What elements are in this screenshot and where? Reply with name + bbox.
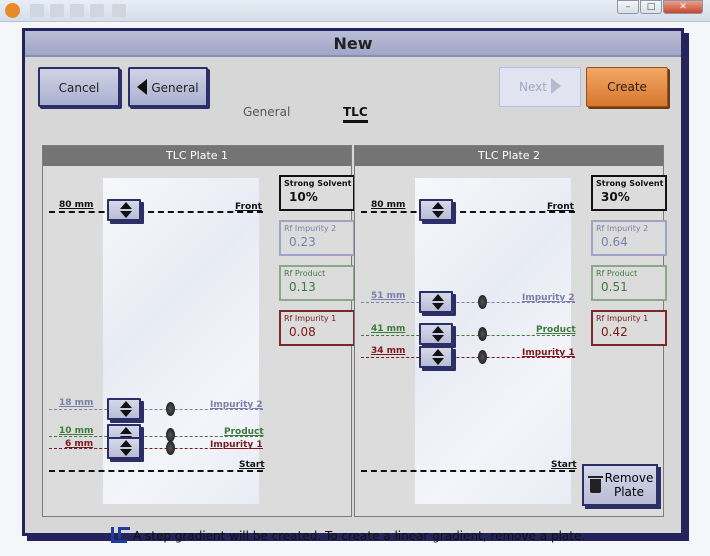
- product-label: Product: [536, 325, 576, 335]
- strong-solvent-value: 30%: [601, 190, 630, 204]
- tlc-plate-2: TLC Plate 2 80 mm Front 51 mm Impurity 2…: [354, 145, 667, 517]
- impurity-1-mm: 34 mm: [371, 346, 406, 356]
- front-handle[interactable]: [107, 199, 141, 221]
- next-label: Next: [519, 80, 547, 94]
- settings-icon[interactable]: [70, 4, 84, 17]
- app-icon: [5, 3, 20, 18]
- back-arrow-icon: [137, 79, 148, 95]
- strong-solvent-label: Strong Solvent: [596, 179, 664, 188]
- close-button[interactable]: ✕: [663, 0, 703, 14]
- rf-impurity-2-value: 0.64: [601, 235, 628, 249]
- general-back-label: General: [151, 81, 199, 95]
- impurity-1-handle[interactable]: [419, 346, 453, 368]
- tab-tlc[interactable]: TLC: [343, 105, 368, 123]
- gradient-message: A step gradient will be created. To crea…: [111, 527, 585, 543]
- start-line: [361, 470, 575, 472]
- trash-icon: [588, 476, 603, 493]
- undo-icon[interactable]: [112, 4, 126, 17]
- start-label: Start: [239, 460, 265, 470]
- strong-solvent-label: Strong Solvent: [284, 179, 352, 188]
- next-arrow-icon: [550, 78, 561, 94]
- rf-product-box: Rf Product 0.13: [279, 265, 355, 301]
- rf-impurity-1-box: Rf Impurity 1 0.42: [591, 310, 667, 346]
- product-handle[interactable]: [419, 323, 453, 345]
- rf-impurity-2-value: 0.23: [289, 235, 316, 249]
- strong-solvent-value: 10%: [289, 190, 318, 204]
- remove-plate-label: Remove Plate: [604, 471, 654, 499]
- front-handle[interactable]: [419, 199, 453, 221]
- tab-general[interactable]: General: [243, 105, 290, 119]
- rf-impurity-1-label: Rf Impurity 1: [596, 314, 649, 323]
- open-icon[interactable]: [50, 4, 64, 17]
- product-label: Product: [224, 427, 264, 437]
- strong-solvent-box[interactable]: Strong Solvent 10%: [279, 175, 355, 211]
- front-mm: 80 mm: [371, 200, 406, 210]
- new-dialog: New Cancel General General TLC Next Crea…: [22, 28, 684, 543]
- maximize-button[interactable]: □: [640, 0, 662, 14]
- impurity-1-spot: [166, 441, 175, 455]
- minimize-button[interactable]: –: [617, 0, 639, 14]
- impurity-2-handle[interactable]: [107, 398, 141, 420]
- step-gradient-icon: [111, 527, 130, 543]
- window-titlebar: – □ ✕: [0, 0, 710, 22]
- impurity-2-mm: 18 mm: [59, 398, 94, 408]
- dialog-title: New: [25, 31, 681, 57]
- impurity-1-label: Impurity 1: [210, 440, 263, 450]
- front-mm: 80 mm: [59, 200, 94, 210]
- impurity-1-mm: 6 mm: [65, 439, 94, 449]
- impurity-2-label: Impurity 2: [210, 400, 263, 410]
- rf-product-value: 0.13: [289, 280, 316, 294]
- strong-solvent-box[interactable]: Strong Solvent 30%: [591, 175, 667, 211]
- tlc-plate-1: TLC Plate 1 80 mm Front 18 mm Impurity 2…: [42, 145, 355, 517]
- cancel-button[interactable]: Cancel: [38, 67, 120, 107]
- impurity-2-spot: [166, 402, 175, 416]
- product-spot: [166, 428, 175, 442]
- product-spot: [478, 327, 487, 341]
- rf-product-box: Rf Product 0.51: [591, 265, 667, 301]
- impurity-2-label: Impurity 2: [522, 293, 575, 303]
- impurity-1-handle[interactable]: [107, 437, 141, 459]
- rf-impurity-1-value: 0.42: [601, 325, 628, 339]
- plate-2-title: TLC Plate 2: [355, 146, 663, 166]
- product-mm: 41 mm: [371, 324, 406, 334]
- save-icon[interactable]: [30, 4, 44, 17]
- rf-impurity-2-box: Rf Impurity 2 0.64: [591, 220, 667, 256]
- rf-product-label: Rf Product: [596, 269, 638, 278]
- start-label: Start: [551, 460, 577, 470]
- impurity-1-spot: [478, 350, 487, 364]
- product-mm: 10 mm: [59, 426, 94, 436]
- gradient-message-text: A step gradient will be created. To crea…: [133, 529, 586, 543]
- remove-plate-button[interactable]: Remove Plate: [582, 464, 658, 506]
- rf-impurity-2-box: Rf Impurity 2 0.23: [279, 220, 355, 256]
- front-label: Front: [547, 202, 574, 212]
- rf-product-value: 0.51: [601, 280, 628, 294]
- plate-1-title: TLC Plate 1: [43, 146, 351, 166]
- refresh-icon[interactable]: [90, 4, 104, 17]
- impurity-2-mm: 51 mm: [371, 291, 406, 301]
- next-button[interactable]: Next: [499, 67, 581, 107]
- product-line: [361, 335, 575, 336]
- impurity-1-label: Impurity 1: [522, 348, 575, 358]
- front-line: [361, 211, 575, 213]
- rf-product-label: Rf Product: [284, 269, 326, 278]
- front-label: Front: [235, 202, 262, 212]
- rf-impurity-2-label: Rf Impurity 2: [284, 224, 337, 233]
- impurity-2-handle[interactable]: [419, 291, 453, 313]
- rf-impurity-2-label: Rf Impurity 2: [596, 224, 649, 233]
- general-back-button[interactable]: General: [128, 67, 208, 107]
- impurity-2-spot: [478, 295, 487, 309]
- rf-impurity-1-box: Rf Impurity 1 0.08: [279, 310, 355, 346]
- front-line: [49, 211, 263, 213]
- rf-impurity-1-label: Rf Impurity 1: [284, 314, 337, 323]
- create-button[interactable]: Create: [586, 67, 668, 107]
- rf-impurity-1-value: 0.08: [289, 325, 316, 339]
- start-line: [49, 470, 263, 472]
